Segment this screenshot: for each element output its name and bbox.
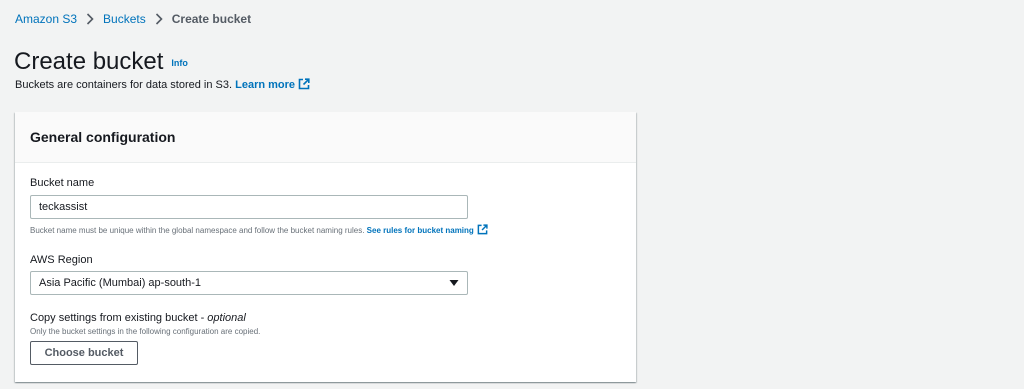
card-title: General configuration bbox=[30, 129, 176, 145]
copy-settings-hint: Only the bucket settings in the followin… bbox=[30, 327, 261, 336]
card-header: General configuration bbox=[15, 112, 636, 163]
breadcrumb-amazon-s3[interactable]: Amazon S3 bbox=[15, 11, 77, 27]
learn-more-label: Learn more bbox=[235, 79, 296, 91]
general-configuration-card: General configuration Bucket name Bucket… bbox=[15, 112, 636, 382]
bucket-name-hint: Bucket name must be unique within the gl… bbox=[30, 224, 488, 238]
breadcrumb-current: Create bucket bbox=[171, 12, 252, 26]
chevron-right-icon bbox=[146, 11, 172, 27]
page-header: Create bucket Info bbox=[14, 48, 188, 76]
bucket-naming-rules-label: See rules for bucket naming bbox=[366, 226, 474, 235]
breadcrumb-buckets[interactable]: Buckets bbox=[103, 11, 146, 27]
copy-settings-label: Copy settings from existing bucket - opt… bbox=[30, 311, 246, 325]
learn-more-link[interactable]: Learn more bbox=[235, 78, 310, 94]
copy-settings-optional: optional bbox=[207, 312, 246, 324]
aws-region-select[interactable]: Asia Pacific (Mumbai) ap-south-1 bbox=[30, 271, 468, 295]
bucket-name-label: Bucket name bbox=[30, 177, 95, 189]
chevron-right-icon bbox=[77, 11, 103, 27]
choose-bucket-button[interactable]: Choose bucket bbox=[30, 341, 138, 365]
copy-settings-label-text: Copy settings from existing bucket - bbox=[30, 312, 208, 324]
page-title: Create bucket bbox=[14, 48, 164, 75]
page-description: Buckets are containers for data stored i… bbox=[15, 78, 310, 94]
bucket-naming-rules-link[interactable]: See rules for bucket naming bbox=[366, 224, 488, 238]
info-link[interactable]: Info bbox=[171, 58, 188, 68]
page: Amazon S3 Buckets Create bucket Create b… bbox=[0, 0, 1024, 389]
external-link-icon bbox=[477, 224, 488, 238]
external-link-icon bbox=[298, 78, 310, 94]
aws-region-selected-value: Asia Pacific (Mumbai) ap-south-1 bbox=[39, 277, 202, 289]
bucket-name-input[interactable] bbox=[30, 195, 468, 219]
aws-region-label: AWS Region bbox=[30, 254, 93, 266]
breadcrumb: Amazon S3 Buckets Create bucket bbox=[15, 11, 251, 27]
bucket-name-hint-text: Bucket name must be unique within the gl… bbox=[30, 226, 365, 235]
page-description-text: Buckets are containers for data stored i… bbox=[15, 79, 233, 91]
caret-down-icon bbox=[449, 279, 459, 287]
